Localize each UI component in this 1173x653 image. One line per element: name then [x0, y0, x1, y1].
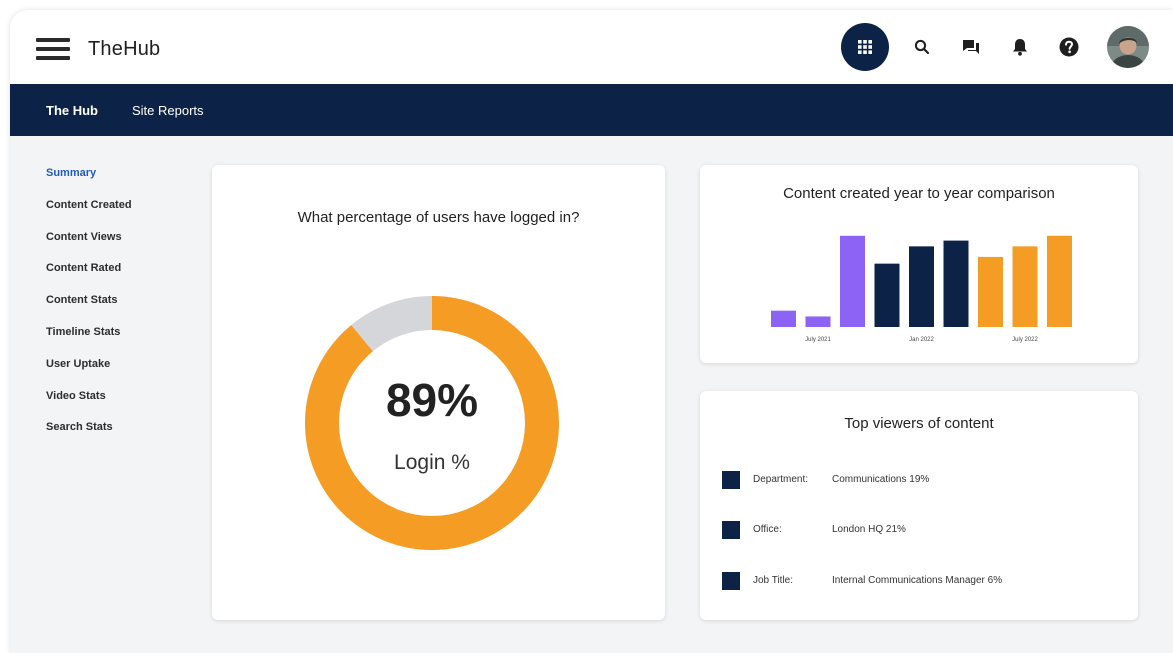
avatar[interactable] [1107, 26, 1149, 68]
login-percentage-value: 89% [385, 374, 479, 426]
x-tick-label: July 2022 [1012, 337, 1038, 343]
sidebar-item-search-stats[interactable]: Search Stats [46, 421, 132, 453]
app-title: TheHub [88, 38, 161, 60]
x-tick-label: Jan 2022 [909, 337, 934, 343]
viewer-value: Internal Communications Manager 6% [832, 575, 1003, 586]
sidebar-item-user-uptake[interactable]: User Uptake [46, 358, 132, 390]
sidebar-item-content-created[interactable]: Content Created [46, 199, 132, 231]
chart-bar [1047, 235, 1072, 327]
login-card-title: What percentage of users have logged in? [297, 209, 580, 226]
viewer-value: Communications 19% [832, 474, 930, 485]
chat-icon[interactable] [960, 36, 982, 58]
nav-tab-site-reports[interactable]: Site Reports [132, 103, 204, 118]
nav-bar: The Hub Site Reports [10, 84, 1173, 136]
chart-bar [874, 263, 900, 327]
viewer-key: Department: [753, 474, 809, 485]
bell-icon[interactable] [1009, 36, 1031, 58]
chart-bar [978, 256, 1003, 327]
x-tick-label: July 2021 [805, 337, 831, 343]
top-bar: TheHub [10, 10, 1173, 84]
viewers-card-title: Top viewers of content [844, 415, 994, 432]
sidebar-item-summary[interactable]: Summary [46, 167, 132, 199]
viewer-key: Office: [753, 524, 782, 535]
viewer-key: Job Title: [753, 575, 794, 586]
sidebar: Summary Content Created Content Views Co… [46, 167, 132, 453]
top-actions [841, 23, 1149, 71]
viewer-value: London HQ 21% [832, 524, 906, 535]
viewer-row-office: Office: London HQ 21% [722, 521, 1122, 539]
search-icon[interactable] [911, 36, 933, 58]
menu-icon[interactable] [36, 38, 70, 60]
chart-bar [840, 235, 865, 327]
apps-grid-icon[interactable] [841, 23, 889, 71]
chart-bar [1012, 246, 1038, 327]
viewer-row-job-title: Job Title: Internal Communications Manag… [722, 572, 1122, 590]
sidebar-item-video-stats[interactable]: Video Stats [46, 390, 132, 422]
chart-bar [771, 310, 796, 327]
content-bar-chart: July 2021 Jan 2022 July 2022 [771, 235, 1072, 343]
sidebar-item-content-rated[interactable]: Content Rated [46, 262, 132, 294]
login-percentage-label: Login % [394, 451, 470, 474]
legend-swatch [722, 521, 740, 539]
content-created-card: Content created year to year comparison … [700, 165, 1138, 363]
top-viewers-card: Top viewers of content Department: Commu… [700, 391, 1138, 620]
sidebar-item-timeline-stats[interactable]: Timeline Stats [46, 326, 132, 358]
legend-swatch [722, 572, 740, 590]
chart-bar [805, 316, 831, 327]
help-icon[interactable] [1058, 36, 1080, 58]
chart-bar [909, 246, 934, 327]
sidebar-item-content-stats[interactable]: Content Stats [46, 294, 132, 326]
nav-tab-the-hub[interactable]: The Hub [46, 103, 98, 118]
chart-bar [943, 240, 969, 327]
app-window: TheHub The Hub Site Reports Summary Cont… [10, 10, 1173, 653]
legend-swatch [722, 471, 740, 489]
viewer-row-department: Department: Communications 19% [722, 471, 1122, 489]
login-percentage-card: What percentage of users have logged in?… [212, 165, 665, 620]
sidebar-item-content-views[interactable]: Content Views [46, 231, 132, 263]
